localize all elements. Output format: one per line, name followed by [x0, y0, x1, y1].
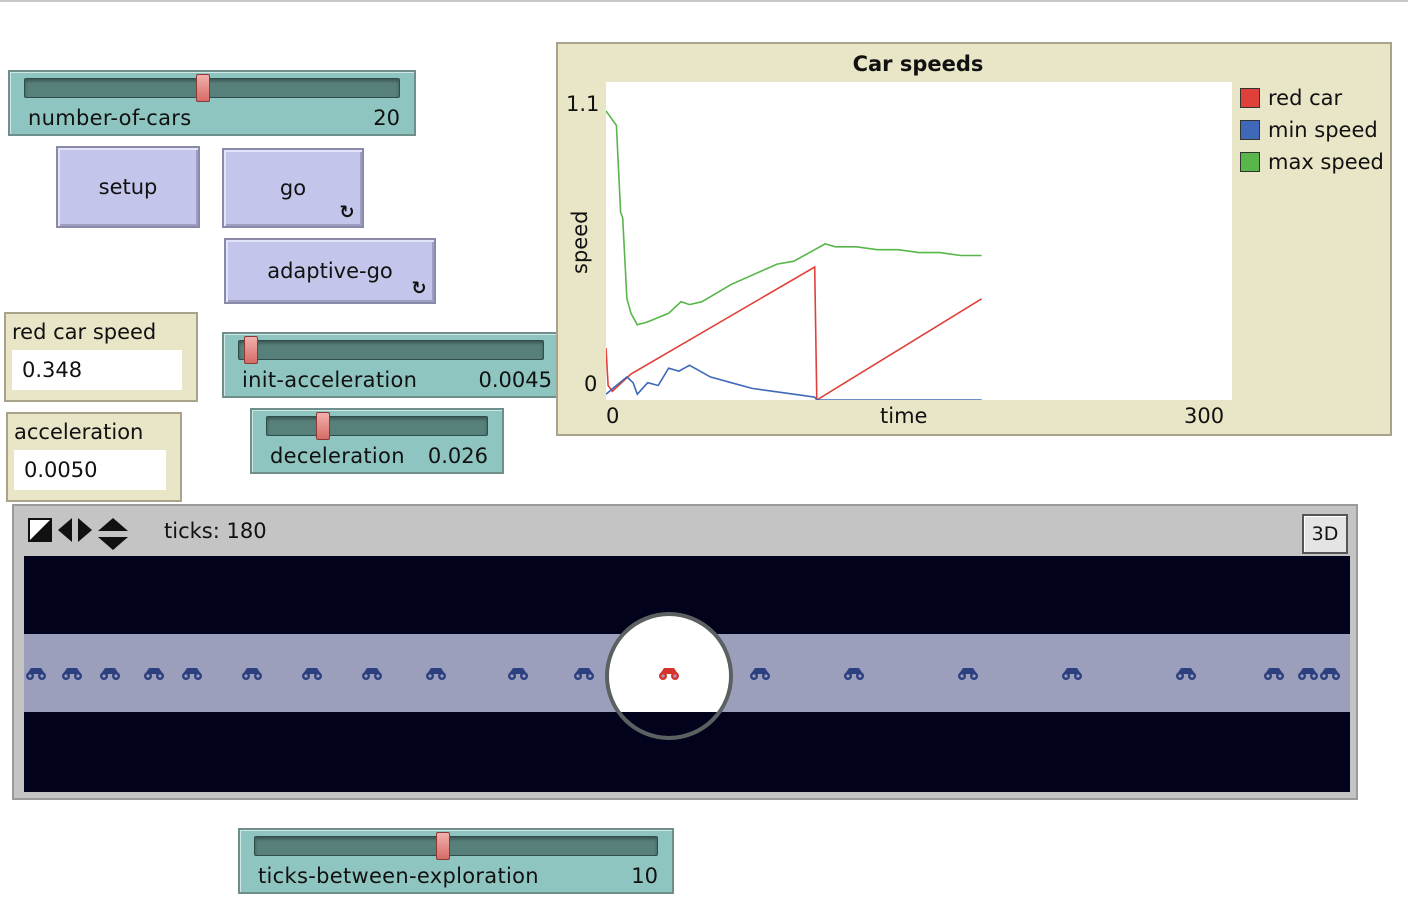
slider-thumb[interactable] — [436, 832, 450, 860]
car-speeds-plot: Car speeds 1.1 0 0 300 time speed red ca… — [556, 42, 1392, 436]
car-icon — [1176, 668, 1196, 680]
acceleration-monitor: acceleration 0.0050 — [6, 412, 182, 502]
car-icon — [362, 668, 382, 680]
adaptive-go-button-label: adaptive-go — [267, 259, 393, 283]
slider-value: 0.0045 — [478, 368, 552, 392]
car-icon — [1320, 668, 1340, 680]
car-icon — [844, 668, 864, 680]
3d-view-button[interactable]: 3D — [1302, 514, 1348, 554]
red-car-speed-monitor: red car speed 0.348 — [4, 312, 198, 402]
legend-swatch-red-car — [1240, 88, 1260, 108]
slider-label: init-acceleration — [242, 368, 418, 392]
slider-value: 10 — [631, 864, 658, 888]
legend-item: max speed — [1240, 146, 1384, 178]
plot-x-label: time — [880, 404, 928, 428]
slider-label: ticks-between-exploration — [258, 864, 539, 888]
slider-value: 20 — [373, 106, 400, 130]
legend-swatch-max-speed — [1240, 152, 1260, 172]
monitor-value: 0.348 — [12, 350, 182, 390]
slider-track[interactable] — [24, 78, 400, 98]
slider-thumb[interactable] — [196, 74, 210, 102]
car-icon — [426, 668, 446, 680]
legend-swatch-min-speed — [1240, 120, 1260, 140]
view-toolbar: ticks: 180 3D — [14, 506, 1356, 556]
car-icon — [242, 668, 262, 680]
slider-label: number-of-cars — [28, 106, 192, 130]
plot-x-min: 0 — [606, 404, 620, 428]
deceleration-slider[interactable]: deceleration 0.026 — [250, 408, 504, 474]
forever-icon: ↻ — [339, 202, 355, 223]
car-icon — [26, 668, 46, 680]
plot-canvas — [606, 82, 1232, 400]
init-acceleration-slider[interactable]: init-acceleration 0.0045 — [222, 332, 560, 398]
setup-button[interactable]: setup — [56, 146, 200, 228]
go-button-label: go — [279, 176, 307, 200]
zoom-icon[interactable] — [28, 518, 52, 542]
legend-label: max speed — [1268, 150, 1384, 174]
adaptive-go-button[interactable]: adaptive-go ↻ — [224, 238, 436, 304]
setup-button-label: setup — [98, 175, 158, 199]
forever-icon: ↻ — [411, 278, 427, 299]
plot-area — [606, 82, 1232, 400]
car-icon — [574, 668, 594, 680]
car-icon — [100, 668, 120, 680]
legend-item: min speed — [1240, 114, 1384, 146]
car-icon — [508, 668, 528, 680]
ticks-counter: ticks: 180 — [164, 519, 267, 543]
horizontal-arrows-icon[interactable] — [58, 518, 92, 542]
plot-legend: red car min speed max speed — [1240, 82, 1384, 178]
plot-y-label: speed — [568, 210, 592, 274]
world-canvas — [24, 556, 1350, 792]
plot-y-min: 0 — [584, 372, 598, 396]
car-icon — [144, 668, 164, 680]
slider-value: 0.026 — [427, 444, 488, 468]
plot-title: Car speeds — [852, 52, 984, 76]
car-icon — [182, 668, 202, 680]
plot-x-max: 300 — [1184, 404, 1225, 428]
ticks-between-exploration-slider[interactable]: ticks-between-exploration 10 — [238, 828, 674, 894]
slider-track[interactable] — [238, 340, 544, 360]
car-icon — [62, 668, 82, 680]
monitor-label: acceleration — [14, 420, 144, 444]
slider-track[interactable] — [254, 836, 658, 856]
number-of-cars-slider[interactable]: number-of-cars 20 — [8, 70, 416, 136]
go-button[interactable]: go ↻ — [222, 148, 364, 228]
car-icon — [958, 668, 978, 680]
slider-thumb[interactable] — [244, 336, 258, 364]
slider-thumb[interactable] — [316, 412, 330, 440]
slider-track[interactable] — [266, 416, 488, 436]
slider-label: deceleration — [270, 444, 405, 468]
monitor-label: red car speed — [12, 320, 157, 344]
plot-y-max: 1.1 — [566, 92, 600, 116]
car-icon — [1298, 668, 1318, 680]
legend-item: red car — [1240, 82, 1384, 114]
top-border — [0, 0, 1408, 2]
world-view: ticks: 180 3D — [12, 504, 1358, 800]
legend-label: red car — [1268, 86, 1343, 110]
car-icon — [750, 668, 770, 680]
vertical-arrows-icon[interactable] — [98, 518, 128, 550]
car-icon — [1264, 668, 1284, 680]
view-controls — [28, 518, 128, 550]
red-car-icon — [659, 668, 679, 680]
car-icon — [1062, 668, 1082, 680]
car-icon — [302, 668, 322, 680]
monitor-value: 0.0050 — [14, 450, 166, 490]
legend-label: min speed — [1268, 118, 1378, 142]
